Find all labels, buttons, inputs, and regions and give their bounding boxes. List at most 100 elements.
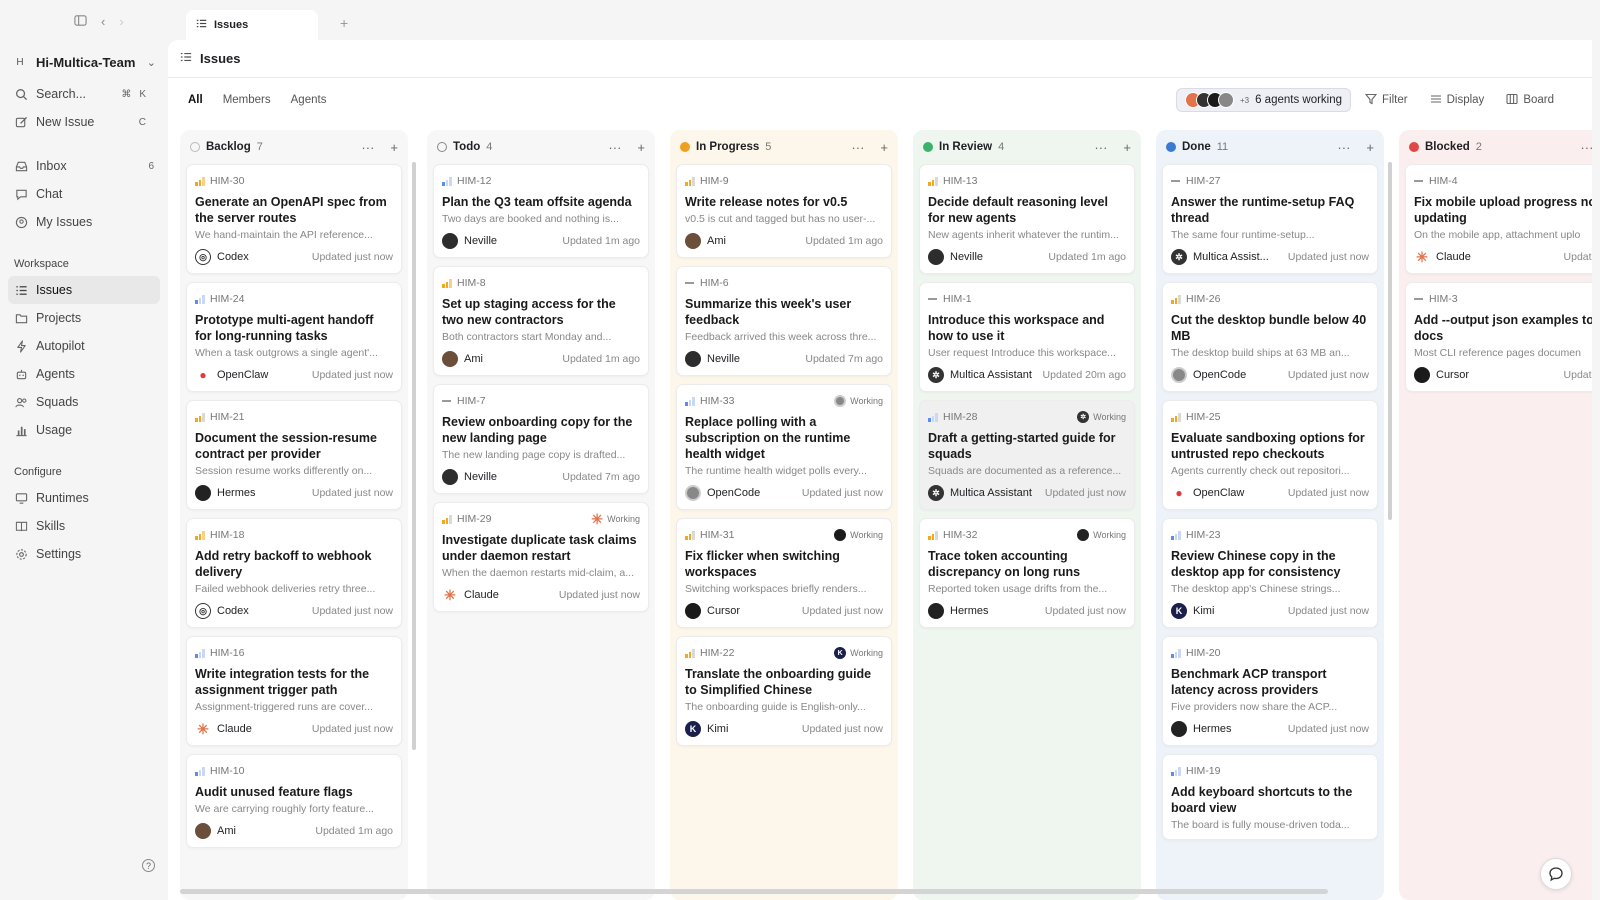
more-options-icon[interactable]: ··· bbox=[1094, 140, 1107, 155]
priority-icon[interactable] bbox=[442, 278, 452, 288]
avatar[interactable]: K bbox=[1171, 603, 1187, 619]
avatar[interactable] bbox=[1171, 367, 1187, 383]
new-tab-plus-icon[interactable]: + bbox=[340, 15, 348, 31]
avatar[interactable] bbox=[685, 351, 701, 367]
issue-card[interactable]: HIM-19 Add keyboard shortcuts to the boar… bbox=[1162, 754, 1378, 840]
avatar[interactable] bbox=[442, 469, 458, 485]
more-options-icon[interactable]: ··· bbox=[361, 140, 374, 155]
priority-icon[interactable] bbox=[442, 514, 452, 524]
issue-card[interactable]: HIM-32 Working Trace token accounting disc… bbox=[919, 518, 1135, 628]
priority-icon[interactable] bbox=[685, 396, 695, 406]
priority-icon[interactable] bbox=[195, 294, 205, 304]
avatar[interactable]: ◎ bbox=[195, 603, 211, 619]
filter-button[interactable]: Filter bbox=[1357, 88, 1416, 112]
sidebar-item-squads[interactable]: Squads bbox=[8, 388, 160, 416]
add-card-plus-icon[interactable]: + bbox=[390, 140, 398, 155]
issue-card[interactable]: HIM-23 Review Chinese copy in the desktop… bbox=[1162, 518, 1378, 628]
issue-card[interactable]: HIM-31 Working Fix flicker when switching … bbox=[676, 518, 892, 628]
sidebar-item-my-issues[interactable]: My Issues bbox=[8, 208, 160, 236]
avatar[interactable]: ● bbox=[195, 367, 211, 383]
issue-card[interactable]: HIM-29 ✳ Working Investigate duplicate task… bbox=[433, 502, 649, 612]
add-card-plus-icon[interactable]: + bbox=[1366, 140, 1374, 155]
avatar[interactable]: ✲ bbox=[928, 367, 944, 383]
chat-bubble-button[interactable] bbox=[1540, 858, 1572, 890]
avatar[interactable] bbox=[685, 603, 701, 619]
priority-icon[interactable] bbox=[685, 176, 695, 186]
add-card-plus-icon[interactable]: + bbox=[637, 140, 645, 155]
priority-icon[interactable] bbox=[928, 295, 938, 304]
avatar[interactable]: ✳ bbox=[1414, 249, 1430, 265]
priority-icon[interactable] bbox=[1171, 294, 1181, 304]
display-button[interactable]: Display bbox=[1422, 88, 1493, 112]
help-icon[interactable]: ? bbox=[142, 859, 155, 872]
sidebar-item-issues[interactable]: Issues bbox=[8, 276, 160, 304]
priority-icon[interactable] bbox=[442, 397, 452, 406]
issue-card[interactable]: HIM-6 Summarize this week's user feedback… bbox=[676, 266, 892, 376]
horizontal-scrollbar[interactable] bbox=[180, 889, 1328, 894]
avatar[interactable]: ● bbox=[1171, 485, 1187, 501]
avatar[interactable] bbox=[685, 485, 701, 501]
issue-card[interactable]: HIM-9 Write release notes for v0.5 v0.5 is… bbox=[676, 164, 892, 258]
priority-icon[interactable] bbox=[685, 648, 695, 658]
issue-card[interactable]: HIM-27 Answer the runtime-setup FAQ threa… bbox=[1162, 164, 1378, 274]
avatar[interactable] bbox=[928, 249, 944, 265]
avatar[interactable] bbox=[195, 485, 211, 501]
avatar[interactable] bbox=[195, 823, 211, 839]
sidebar-item-usage[interactable]: Usage bbox=[8, 416, 160, 444]
issue-card[interactable]: HIM-7 Review onboarding copy for the new … bbox=[433, 384, 649, 494]
issue-card[interactable]: HIM-3 Add --output json examples to docs M… bbox=[1405, 282, 1592, 392]
more-options-icon[interactable]: ··· bbox=[851, 140, 864, 155]
issue-card[interactable]: HIM-4 Fix mobile upload progress no updat… bbox=[1405, 164, 1592, 274]
priority-icon[interactable] bbox=[195, 412, 205, 422]
avatar[interactable] bbox=[928, 603, 944, 619]
issue-card[interactable]: HIM-12 Plan the Q3 team offsite agenda Two… bbox=[433, 164, 649, 258]
avatar[interactable]: ◎ bbox=[195, 249, 211, 265]
avatar[interactable]: ✳ bbox=[195, 721, 211, 737]
issue-card[interactable]: HIM-18 Add retry backoff to webhook deliv… bbox=[186, 518, 402, 628]
board-view-button[interactable]: Board bbox=[1498, 88, 1562, 112]
priority-icon[interactable] bbox=[928, 176, 938, 186]
priority-icon[interactable] bbox=[928, 412, 938, 422]
tab-issues[interactable]: Issues bbox=[186, 10, 318, 40]
issue-card[interactable]: HIM-28 ✲ Working Draft a getting-started gu… bbox=[919, 400, 1135, 510]
add-card-plus-icon[interactable]: + bbox=[880, 140, 888, 155]
column-scrollbar[interactable] bbox=[412, 162, 416, 750]
issue-card[interactable]: HIM-16 Write integration tests for the as… bbox=[186, 636, 402, 746]
priority-icon[interactable] bbox=[1171, 648, 1181, 658]
add-card-plus-icon[interactable]: + bbox=[1123, 140, 1131, 155]
issue-card[interactable]: HIM-25 Evaluate sandboxing options for un… bbox=[1162, 400, 1378, 510]
priority-icon[interactable] bbox=[195, 176, 205, 186]
priority-icon[interactable] bbox=[1414, 295, 1424, 304]
avatar[interactable]: ✳ bbox=[442, 587, 458, 603]
issue-card[interactable]: HIM-30 Generate an OpenAPI spec from the … bbox=[186, 164, 402, 274]
priority-icon[interactable] bbox=[195, 648, 205, 658]
issue-card[interactable]: HIM-22 K Working Translate the onboarding g… bbox=[676, 636, 892, 746]
priority-icon[interactable] bbox=[1414, 177, 1424, 186]
sidebar-toggle-icon[interactable] bbox=[74, 14, 87, 30]
forward-arrow-icon[interactable]: › bbox=[119, 14, 123, 30]
priority-icon[interactable] bbox=[685, 530, 695, 540]
issue-card[interactable]: HIM-8 Set up staging access for the two n… bbox=[433, 266, 649, 376]
avatar[interactable]: ✲ bbox=[928, 485, 944, 501]
column-scrollbar[interactable] bbox=[1388, 162, 1392, 520]
sidebar-item-settings[interactable]: Settings bbox=[8, 540, 160, 568]
avatar[interactable] bbox=[1414, 367, 1430, 383]
sidebar-item-chat[interactable]: Chat bbox=[8, 180, 160, 208]
priority-icon[interactable] bbox=[195, 766, 205, 776]
more-options-icon[interactable]: ··· bbox=[608, 140, 621, 155]
issue-card[interactable]: HIM-10 Audit unused feature flags We are c… bbox=[186, 754, 402, 848]
issue-card[interactable]: HIM-20 Benchmark ACP transport latency ac… bbox=[1162, 636, 1378, 746]
sidebar-item-autopilot[interactable]: Autopilot bbox=[8, 332, 160, 360]
sidebar-item-agents[interactable]: Agents bbox=[8, 360, 160, 388]
avatar[interactable] bbox=[442, 233, 458, 249]
filter-members[interactable]: Members bbox=[215, 88, 279, 112]
more-options-icon[interactable]: ··· bbox=[1580, 140, 1592, 155]
issue-card[interactable]: HIM-24 Prototype multi-agent handoff for … bbox=[186, 282, 402, 392]
priority-icon[interactable] bbox=[442, 176, 452, 186]
avatar[interactable]: K bbox=[685, 721, 701, 737]
sidebar-item-skills[interactable]: Skills bbox=[8, 512, 160, 540]
issue-card[interactable]: HIM-13 Decide default reasoning level for… bbox=[919, 164, 1135, 274]
priority-icon[interactable] bbox=[928, 530, 938, 540]
priority-icon[interactable] bbox=[1171, 766, 1181, 776]
back-arrow-icon[interactable]: ‹ bbox=[101, 14, 105, 30]
